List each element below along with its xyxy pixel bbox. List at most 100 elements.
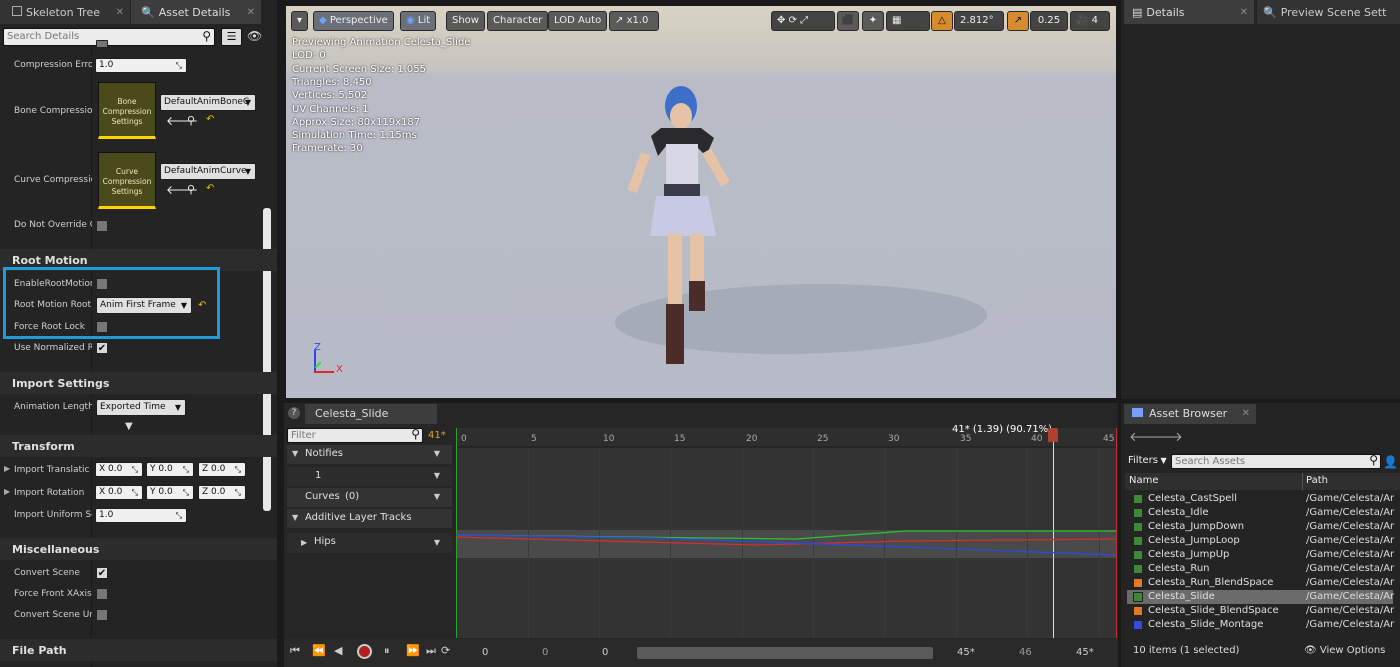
category-miscellaneous[interactable]: Miscellaneous — [0, 538, 277, 560]
category-import-settings[interactable]: Import Settings — [0, 372, 277, 394]
close-icon[interactable]: ✕ — [1242, 404, 1250, 424]
filters-button[interactable]: Filters ▼ — [1128, 455, 1167, 466]
tab-preview-scene-settings[interactable]: 🔍 Preview Scene Sett — [1257, 0, 1400, 24]
asset-row-selected[interactable]: Celesta_Slide/Game/Celesta/Ar — [1127, 590, 1394, 604]
step-forward-icon[interactable]: ⏩ — [406, 644, 420, 657]
column-name-header[interactable]: Name — [1129, 475, 1159, 486]
force-front-xaxis-checkbox[interactable] — [96, 588, 108, 600]
close-icon[interactable]: ✕ — [116, 0, 124, 24]
expand-arrow-icon[interactable]: ▶ — [4, 487, 10, 496]
browse-search-icon[interactable]: ⚲ — [187, 183, 195, 196]
track-curves[interactable]: Curves (0) ▼ — [287, 488, 452, 507]
tab-asset-details[interactable]: 🔍 Asset Details ✕ — [131, 0, 261, 24]
chevron-down-icon[interactable]: ▼ — [434, 538, 440, 547]
rotation-snap-toggle[interactable]: △ — [931, 11, 953, 31]
close-icon[interactable]: ✕ — [247, 0, 255, 24]
pause-icon[interactable]: ⏸ — [384, 644, 390, 658]
chevron-down-icon[interactable]: ▼ — [434, 449, 440, 458]
column-path-header[interactable]: Path — [1306, 475, 1328, 486]
asset-row[interactable]: Celesta_Slide_BlendSpace/Game/Celesta/Ar — [1130, 604, 1394, 618]
bone-compression-thumbnail[interactable]: Bone Compression Settings — [98, 82, 156, 139]
step-back-icon[interactable]: ⏪ — [312, 644, 326, 657]
track-notify-1[interactable]: 1 ▼ — [287, 467, 452, 486]
asset-row[interactable]: Celesta_Slide_Montage/Game/Celesta/Ar — [1130, 618, 1394, 632]
world-local-toggle[interactable]: ⬛ — [837, 11, 859, 31]
top-checkbox[interactable] — [96, 40, 108, 48]
rotation-snap-value[interactable]: 2.812° — [954, 11, 1004, 31]
history-forward-icon[interactable]: 🡒 — [1148, 429, 1183, 445]
eye-icon[interactable]: 👁 — [247, 29, 262, 43]
track-notifies[interactable]: ▼ Notifies ▼ — [287, 445, 452, 464]
search-details-input[interactable]: Search Details ⚲ — [3, 28, 215, 46]
category-file-path[interactable]: File Path — [0, 639, 277, 661]
help-icon[interactable]: ? — [288, 407, 300, 419]
lod-button[interactable]: LOD Auto — [548, 11, 608, 31]
lit-button[interactable]: ◉ Lit — [400, 11, 437, 31]
rotation-z-field[interactable]: Z 0.0 ⤡ — [198, 485, 246, 500]
convert-scene-units-checkbox[interactable] — [96, 609, 108, 621]
view-options-button[interactable]: 👁 View Options — [1304, 645, 1385, 656]
asset-row[interactable]: Celesta_Run_BlendSpace/Game/Celesta/Ar — [1130, 576, 1394, 590]
advanced-expand-icon[interactable]: ▼ — [125, 421, 133, 432]
scale-snap-value[interactable]: 0.25 — [1030, 11, 1068, 31]
reset-yellow-icon[interactable]: ↶ — [206, 183, 214, 194]
category-transform[interactable]: Transform — [0, 435, 277, 457]
track-additive-layer[interactable]: ▼ Additive Layer Tracks — [287, 509, 452, 528]
translation-y-field[interactable]: Y 0.0 ⤡ — [146, 462, 194, 477]
record-icon[interactable] — [357, 644, 372, 659]
convert-scene-checkbox[interactable]: ✔ — [96, 567, 108, 579]
curve-compression-thumbnail[interactable]: Curve Compression Settings — [98, 152, 156, 209]
transform-tools[interactable]: ✥ ⟳ ⤢ — [771, 11, 835, 31]
playhead-handle[interactable] — [1048, 428, 1058, 442]
camera-speed-button[interactable]: 🎥 4 — [1070, 11, 1110, 31]
chevron-down-icon[interactable]: ▼ — [434, 471, 440, 480]
asset-row[interactable]: Celesta_JumpLoop/Game/Celesta/Ar — [1130, 534, 1394, 548]
asset-row[interactable]: Celesta_JumpDown/Game/Celesta/Ar — [1130, 520, 1394, 534]
view-end-value[interactable]: 45* — [957, 647, 975, 658]
compression-error-field[interactable]: 1.0 ⤡ — [95, 58, 187, 73]
asset-search-input[interactable]: Search Assets ⚲ — [1171, 453, 1381, 469]
view-start-value-2[interactable]: 0 — [602, 647, 608, 658]
translation-x-field[interactable]: X 0.0 ⤡ — [95, 462, 143, 477]
skip-to-end-icon[interactable]: ⏭ — [426, 644, 436, 658]
browse-search-icon[interactable]: ⚲ — [187, 114, 195, 127]
chevron-down-icon[interactable]: ▼ — [434, 492, 440, 501]
reset-yellow-icon[interactable]: ↶ — [206, 114, 214, 125]
view-end-value-2[interactable]: 46 — [1019, 647, 1032, 658]
user-icon[interactable]: 👤 — [1383, 455, 1398, 469]
timeline-filter-input[interactable]: Filter ⚲ — [287, 427, 423, 443]
import-uniform-scale-field[interactable]: 1.0 ⤡ — [95, 508, 187, 523]
view-start-value[interactable]: 0 — [542, 647, 548, 658]
animation-length-combo[interactable]: Exported Time ▼ — [96, 399, 186, 416]
tab-celesta-slide[interactable]: Celesta_Slide — [305, 404, 437, 424]
surface-snap-button[interactable]: ✦ — [862, 11, 884, 31]
do-not-override-checkbox[interactable] — [96, 220, 108, 232]
play-reverse-icon[interactable]: ◀ — [334, 644, 342, 657]
scale-snap-toggle[interactable]: ↗ — [1007, 11, 1029, 31]
close-icon[interactable]: ✕ — [1240, 0, 1248, 24]
tab-skeleton-tree[interactable]: Skeleton Tree ✕ — [0, 0, 130, 24]
asset-row[interactable]: Celesta_Run/Game/Celesta/Ar — [1130, 562, 1394, 576]
range-end-value[interactable]: 45* — [1076, 647, 1094, 658]
perspective-button[interactable]: ◆ Perspective — [313, 11, 394, 31]
view-list-icon[interactable]: ☰ — [221, 28, 242, 46]
timeline-scrollbar[interactable] — [637, 647, 933, 659]
grid-snap-button[interactable]: ▦ — [886, 11, 930, 31]
character-button[interactable]: Character — [487, 11, 549, 31]
skip-to-start-icon[interactable]: ⏮ — [290, 644, 300, 658]
asset-row[interactable]: Celesta_JumpUp/Game/Celesta/Ar — [1130, 548, 1394, 562]
curve-compression-combo[interactable]: DefaultAnimCurve ▼ — [160, 163, 256, 180]
show-button[interactable]: Show — [446, 11, 485, 31]
viewport-options-button[interactable]: ▾ — [291, 11, 308, 31]
range-start-value[interactable]: 0 — [482, 647, 488, 658]
translation-z-field[interactable]: Z 0.0 ⤡ — [198, 462, 246, 477]
use-normalized-checkbox[interactable]: ✔ — [96, 342, 108, 354]
tab-details[interactable]: ▤ Details ✕ — [1124, 0, 1254, 24]
expand-arrow-icon[interactable]: ▶ — [4, 464, 10, 473]
tab-asset-browser[interactable]: Asset Browser ✕ — [1124, 404, 1256, 424]
track-hips[interactable]: ▶ Hips ▼ — [287, 533, 452, 553]
playback-speed-button[interactable]: ↗ x1.0 — [609, 11, 659, 31]
rotation-y-field[interactable]: Y 0.0 ⤡ — [146, 485, 194, 500]
asset-row[interactable]: Celesta_Idle/Game/Celesta/Ar — [1130, 506, 1394, 520]
loop-icon[interactable]: ⟳ — [441, 644, 450, 657]
